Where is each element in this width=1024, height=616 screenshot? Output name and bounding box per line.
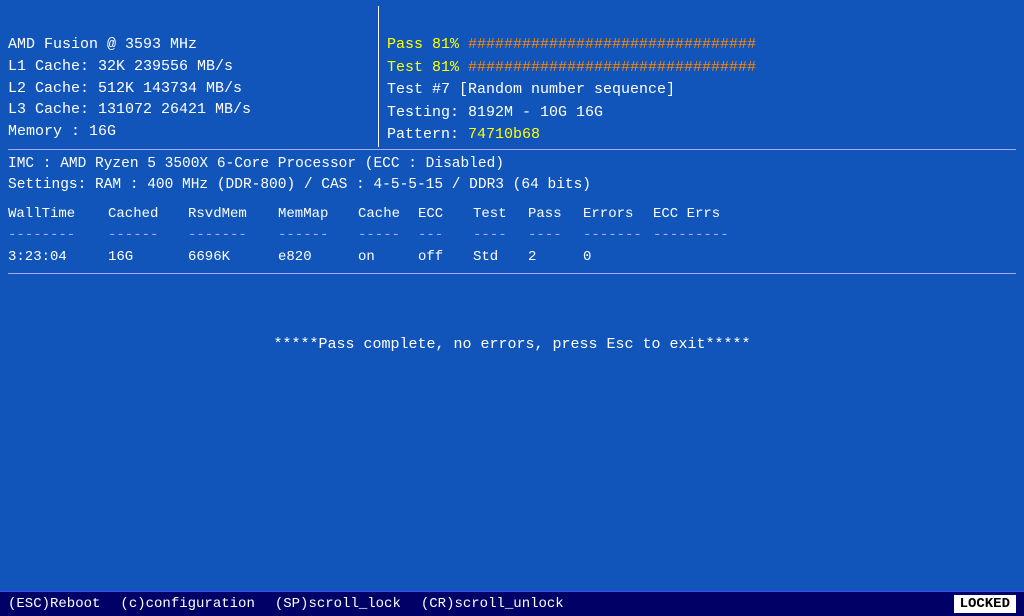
- table-bottom-divider: [8, 273, 1016, 274]
- dash-test: ----: [473, 225, 528, 245]
- divider-1: [8, 149, 1016, 150]
- main-content: AMD Fusion @ 3593 MHz L1 Cache: 32K 2395…: [0, 0, 1024, 591]
- dash-pass: ----: [528, 225, 583, 245]
- locked-badge: LOCKED: [954, 595, 1016, 613]
- table-header: WallTime Cached RsvdMem MemMap Cache ECC…: [8, 204, 1016, 224]
- dash-ecc: ---: [418, 225, 473, 245]
- cpu-info: AMD Fusion @ 3593 MHz L1 Cache: 32K 2395…: [8, 34, 378, 143]
- l3-cache-line: L3 Cache: 131072 26421 MB/s: [8, 99, 378, 121]
- table-section: WallTime Cached RsvdMem MemMap Cache ECC…: [8, 204, 1016, 275]
- col-header-eccerrs: ECC Errs: [653, 204, 743, 224]
- footer-sp[interactable]: (SP)scroll_lock: [275, 596, 401, 612]
- right-col-content: Pass 81% ###############################…: [387, 34, 1016, 147]
- cell-eccerrs: [653, 247, 743, 267]
- table-row: 3:23:04 16G 6696K e820 on off Std 2 0: [8, 247, 1016, 267]
- testing-range-line: Testing: 8192M - 10G 16G: [387, 102, 1016, 125]
- cell-pass: 2: [528, 247, 583, 267]
- pass-progress-line: Pass 81% ###############################…: [387, 34, 1016, 57]
- col-header-rsvdmem: RsvdMem: [188, 204, 278, 224]
- dash-walltime: --------: [8, 225, 108, 245]
- screen: Memtest86 v4.20 AMD Fusion @ 3593 MHz L1…: [0, 0, 1024, 616]
- footer: (ESC)Reboot (c)configuration (SP)scroll_…: [0, 591, 1024, 616]
- cell-cache: on: [358, 247, 418, 267]
- footer-commands: (ESC)Reboot (c)configuration (SP)scroll_…: [8, 596, 564, 612]
- dash-memmap: ------: [278, 225, 358, 245]
- footer-esc[interactable]: (ESC)Reboot: [8, 596, 100, 612]
- memory-line: Memory : 16G: [8, 121, 378, 143]
- dash-cached: ------: [108, 225, 188, 245]
- col-header-cached: Cached: [108, 204, 188, 224]
- cell-test: Std: [473, 247, 528, 267]
- dash-cache: -----: [358, 225, 418, 245]
- cell-errors: 0: [583, 247, 653, 267]
- footer-c[interactable]: (c)configuration: [120, 596, 254, 612]
- l2-cache-line: L2 Cache: 512K 143734 MB/s: [8, 78, 378, 100]
- l1-cache-line: L1 Cache: 32K 239556 MB/s: [8, 56, 378, 78]
- cell-ecc: off: [418, 247, 473, 267]
- cell-cached: 16G: [108, 247, 188, 267]
- table-dashes: -------- ------ ------- ------ ----- ---…: [8, 225, 1016, 245]
- cell-walltime: 3:23:04: [8, 247, 108, 267]
- dash-rsvdmem: -------: [188, 225, 278, 245]
- col-header-ecc: ECC: [418, 204, 473, 224]
- left-column: AMD Fusion @ 3593 MHz L1 Cache: 32K 2395…: [8, 6, 378, 147]
- dash-errors: -------: [583, 225, 653, 245]
- cell-memmap: e820: [278, 247, 358, 267]
- col-header-errors: Errors: [583, 204, 653, 224]
- col-header-test: Test: [473, 204, 528, 224]
- test-progress-line: Test 81% ###############################…: [387, 57, 1016, 80]
- footer-cr[interactable]: (CR)scroll_unlock: [421, 596, 564, 612]
- pass-complete-message: *****Pass complete, no errors, press Esc…: [8, 334, 1016, 356]
- col-header-pass: Pass: [528, 204, 583, 224]
- col-header-cache: Cache: [358, 204, 418, 224]
- test-number-line: Test #7 [Random number sequence]: [387, 79, 1016, 102]
- imc-line: IMC : AMD Ryzen 5 3500X 6-Core Processor…: [8, 154, 1016, 175]
- col-header-walltime: WallTime: [8, 204, 108, 224]
- pattern-line: Pattern: 74710b68: [387, 124, 1016, 147]
- col-header-memmap: MemMap: [278, 204, 358, 224]
- cell-rsvdmem: 6696K: [188, 247, 278, 267]
- top-section: AMD Fusion @ 3593 MHz L1 Cache: 32K 2395…: [8, 6, 1016, 147]
- settings-line: Settings: RAM : 400 MHz (DDR-800) / CAS …: [8, 175, 1016, 196]
- right-column: Pass 81% ###############################…: [378, 6, 1016, 147]
- dash-eccerrs: ---------: [653, 225, 743, 245]
- cpu-line: AMD Fusion @ 3593 MHz: [8, 34, 378, 56]
